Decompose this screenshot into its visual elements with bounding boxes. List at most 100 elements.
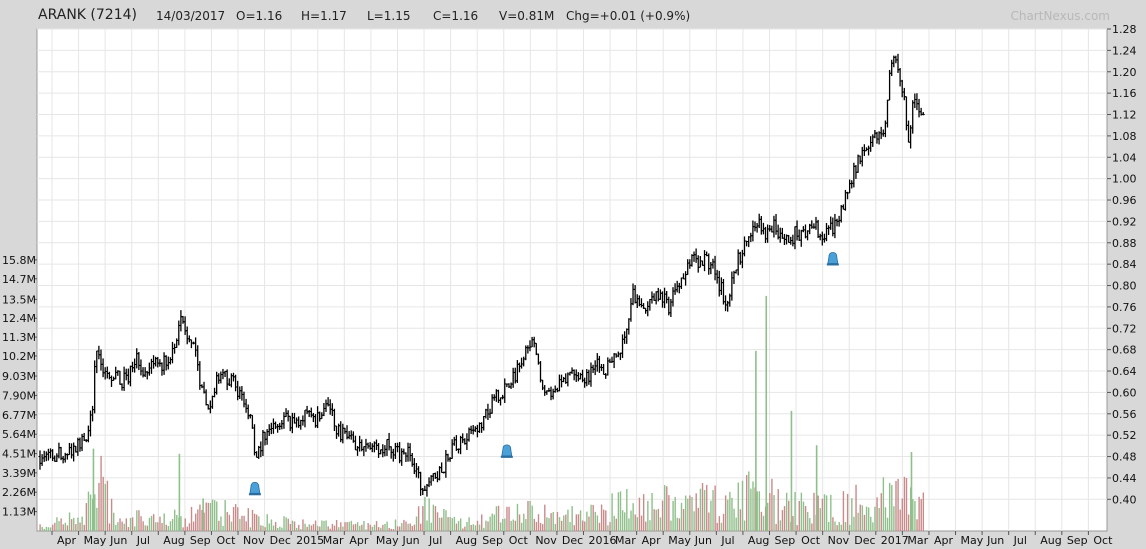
volume-tick-label: 13.5M [2, 293, 36, 306]
volume-bar [70, 519, 73, 531]
volume-bar [495, 506, 498, 531]
volume-bar [300, 529, 302, 531]
price-tick-label: 1.08 [1112, 130, 1137, 143]
volume-bar [638, 497, 641, 531]
volume-bar [899, 509, 901, 531]
volume-tick-label: 7.90M [2, 389, 36, 402]
time-tick-label: Apr [349, 534, 369, 547]
volume-bar [586, 511, 588, 531]
volume-bar [670, 520, 672, 531]
price-axis: 1.28 1.24 1.20 1.16 1.12 1.08 1.04 1.00 0.96 0.92… [1107, 23, 1137, 506]
volume-bar [636, 517, 639, 531]
volume-bar [298, 524, 300, 531]
volume-bar [758, 491, 761, 531]
volume-tick-label: 15.8M [2, 254, 36, 267]
volume-bar [377, 527, 380, 531]
volume-spike [92, 448, 95, 531]
volume-bar [727, 499, 729, 531]
volume-bar [785, 492, 788, 531]
volume-tick-label: 3.39M [2, 467, 36, 480]
volume-bar [632, 503, 634, 531]
volume-bar [321, 520, 323, 531]
time-tick-label: Jun [986, 534, 1004, 547]
volume-bar [788, 500, 790, 531]
volume-bar [649, 520, 651, 531]
volume-bar [767, 502, 769, 531]
price-tick-label: 1.00 [1112, 173, 1137, 186]
volume-bar [535, 521, 538, 531]
volume-bar [602, 509, 605, 531]
volume-bar [180, 516, 182, 531]
price-tick-label: 1.20 [1112, 66, 1137, 79]
volume-bar [565, 514, 567, 531]
volume-bar [462, 528, 464, 531]
volume-bar [872, 522, 874, 531]
volume-bar [804, 505, 807, 531]
bell-base [826, 263, 839, 266]
volume-bar [680, 502, 683, 531]
volume-bar [39, 524, 41, 531]
volume-bar [256, 514, 258, 531]
volume-bar [131, 517, 134, 531]
time-tick-label: May [376, 534, 399, 547]
volume-bar [626, 489, 628, 531]
volume-bar [287, 518, 289, 531]
volume-bar [342, 526, 344, 531]
time-tick-label: Sep [1067, 534, 1088, 547]
volume-bar [914, 500, 916, 531]
volume-bar [403, 519, 405, 531]
volume-bar [621, 510, 624, 531]
volume-bar [800, 492, 803, 531]
volume-bar [865, 506, 868, 531]
volume-bar [781, 510, 784, 531]
volume-bar [878, 508, 880, 531]
volume-bar [527, 500, 529, 531]
volume-bar [901, 498, 904, 531]
volume-bar [352, 524, 355, 531]
time-tick-label: May [668, 534, 691, 547]
time-tick-label: Jul [136, 534, 150, 547]
volume-bar [529, 501, 531, 531]
volume-bar [62, 524, 64, 531]
time-tick-label: Sep [775, 534, 796, 547]
volume-bar [260, 525, 262, 531]
volume-bar [584, 521, 586, 531]
volume-bar [907, 514, 910, 531]
volume-bar [390, 528, 392, 531]
volume-bar [598, 522, 601, 531]
time-tick-label: Apr [642, 534, 662, 547]
volume-bar [752, 481, 754, 531]
volume-bar [842, 491, 845, 531]
volume-bar [340, 522, 342, 531]
volume-bar [361, 524, 363, 531]
volume-bar [274, 521, 277, 531]
volume-bar [449, 517, 451, 531]
price-volume-chart[interactable]: 1.28 1.24 1.20 1.16 1.12 1.08 1.04 1.00 0.96 0.92… [0, 0, 1146, 549]
volume-bar [575, 514, 578, 531]
volume-bar [771, 478, 773, 531]
volume-bar [428, 498, 430, 531]
volume-bar [846, 493, 849, 531]
volume-bar [388, 527, 390, 531]
volume-bar [918, 496, 920, 531]
volume-bar [863, 514, 866, 531]
volume-bar [56, 517, 58, 531]
time-tick-label: Oct [216, 534, 236, 547]
volume-bar [43, 528, 46, 531]
volume-bar [424, 497, 426, 531]
volume-spike [790, 410, 793, 531]
volume-bar [628, 518, 630, 531]
volume-bar [525, 518, 527, 531]
price-tick-label: 0.44 [1112, 472, 1137, 485]
volume-bar [514, 520, 517, 531]
volume-bar [243, 515, 245, 531]
volume-bar [567, 509, 569, 531]
time-tick-label: Mar [323, 534, 344, 547]
plot-area[interactable] [36, 28, 1108, 532]
volume-bar [226, 512, 228, 531]
volume-bar [912, 499, 914, 531]
volume-bar [369, 524, 371, 531]
volume-bar [464, 526, 466, 531]
volume-bar [647, 500, 649, 531]
volume-bar [245, 521, 247, 531]
